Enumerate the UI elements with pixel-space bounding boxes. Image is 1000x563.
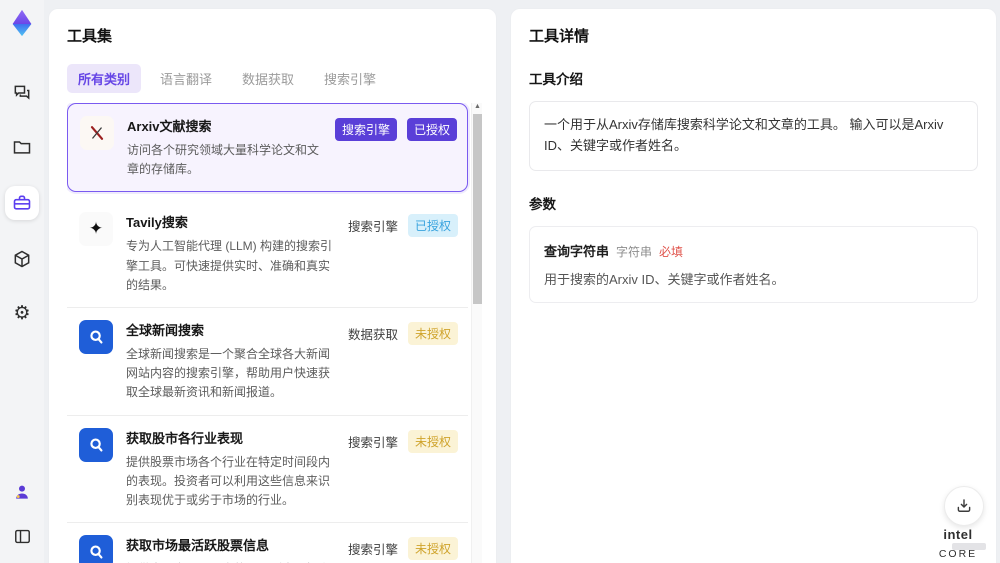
intro-text: 一个用于从Arxiv存储库搜索科学论文和文章的工具。 输入可以是Arxiv ID… bbox=[529, 101, 978, 171]
tool-description: 全球新闻搜索是一个聚合全球各大新闻网站内容的搜索引擎，帮助用户快速获取全球最新资… bbox=[126, 346, 331, 400]
tool-item-arxiv[interactable]: Arxiv文献搜索 访问各个研究领域大量科学论文和文章的存储库。 搜索引擎 已授… bbox=[67, 103, 468, 193]
tool-title: 获取市场最活跃股票信息 bbox=[126, 538, 270, 554]
tool-status-badge: 未授权 bbox=[407, 537, 458, 561]
tool-category-label: 搜索引擎 bbox=[347, 435, 398, 450]
gear-glyph: ⚙ bbox=[13, 302, 31, 324]
tool-item-global-news[interactable]: 全球新闻搜索 全球新闻搜索是一个聚合全球各大新闻网站内容的搜索引擎，帮助用户快速… bbox=[67, 307, 468, 416]
page-title: 工具集 bbox=[67, 28, 113, 45]
tool-description: 访问各个研究领域大量科学论文和文章的存储库。 bbox=[127, 143, 320, 177]
detail-title: 工具详情 bbox=[529, 28, 590, 45]
search-app-icon bbox=[79, 319, 113, 354]
tool-title: 全球新闻搜索 bbox=[126, 322, 205, 338]
user-avatar-icon[interactable] bbox=[7, 477, 37, 507]
star-glyph: ✦ bbox=[88, 219, 104, 239]
tool-category-label: 数据获取 bbox=[347, 327, 398, 342]
settings-gear-icon[interactable]: ⚙ bbox=[7, 298, 37, 328]
arxiv-logo-icon bbox=[80, 116, 114, 150]
package-icon[interactable] bbox=[7, 244, 37, 274]
tool-status-badge: 已授权 bbox=[406, 118, 457, 141]
left-rail: ⚙ bbox=[0, 0, 44, 563]
param-name: 查询字符串 bbox=[544, 243, 610, 259]
list-scrollbar[interactable]: ▲ ▼ bbox=[471, 103, 482, 563]
tavily-star-icon: ✦ bbox=[79, 212, 113, 247]
tool-item-most-active-stocks[interactable]: 获取市场最活跃股票信息 提供当天交易量最高的股票列表。投资者可以利用这些信息来识… bbox=[67, 523, 468, 563]
rail-nav: ⚙ bbox=[5, 78, 39, 328]
toolbox-icon[interactable] bbox=[5, 186, 39, 220]
tab-data-fetch[interactable]: 数据获取 bbox=[231, 64, 305, 93]
params-heading: 参数 bbox=[529, 196, 556, 212]
param-description: 用于搜索的Arxiv ID、关键字或作者姓名。 bbox=[544, 271, 785, 287]
app-logo-icon[interactable] bbox=[7, 8, 37, 38]
search-app-icon bbox=[79, 427, 113, 462]
tool-title: Arxiv文献搜索 bbox=[127, 119, 212, 134]
scroll-up-icon[interactable]: ▲ bbox=[472, 103, 482, 110]
tool-category-label: 搜索引擎 bbox=[347, 220, 398, 235]
folder-icon[interactable] bbox=[7, 132, 37, 162]
chat-icon[interactable] bbox=[7, 78, 37, 108]
param-type: 字符串 bbox=[616, 244, 653, 259]
param-required-badge: 必填 bbox=[659, 244, 684, 259]
tool-status-badge: 未授权 bbox=[407, 321, 458, 345]
tool-item-tavily[interactable]: ✦ Tavily搜索 专为人工智能代理 (LLM) 构建的搜索引擎工具。可快速提… bbox=[67, 200, 468, 308]
tool-list: Arxiv文献搜索 访问各个研究领域大量科学论文和文章的存储库。 搜索引擎 已授… bbox=[67, 103, 482, 563]
tool-description: 专为人工智能代理 (LLM) 构建的搜索引擎工具。可快速提供实时、准确和真实的结… bbox=[126, 239, 333, 292]
tab-language-translation[interactable]: 语言翻译 bbox=[149, 64, 223, 93]
tool-status-badge: 未授权 bbox=[407, 429, 458, 453]
rail-bottom bbox=[7, 477, 37, 551]
intel-wordmark: intel bbox=[943, 527, 973, 542]
category-tabs: 所有类别 语言翻译 数据获取 搜索引擎 bbox=[67, 64, 482, 93]
tools-panel: 工具集 所有类别 语言翻译 数据获取 搜索引擎 Arxiv文献搜索 访问各个研究… bbox=[48, 8, 497, 563]
download-button[interactable] bbox=[944, 486, 984, 526]
tool-category-label: 搜索引擎 bbox=[347, 543, 398, 558]
tool-status-badge: 已授权 bbox=[407, 214, 458, 238]
parameter-card: 查询字符串 字符串 必填 用于搜索的Arxiv ID、关键字或作者姓名。 bbox=[529, 225, 978, 303]
scrollbar-thumb[interactable] bbox=[473, 114, 482, 304]
intel-sub-badge bbox=[952, 543, 986, 550]
tool-item-sector-performance[interactable]: 获取股市各行业表现 提供股票市场各个行业在特定时间段内的表现。投资者可以利用这些… bbox=[67, 415, 468, 524]
search-app-icon bbox=[79, 535, 113, 563]
tool-detail-panel: 工具详情 工具介绍 一个用于从Arxiv存储库搜索科学论文和文章的工具。 输入可… bbox=[510, 8, 997, 563]
tool-category-badge: 搜索引擎 bbox=[334, 118, 397, 141]
tab-all-categories[interactable]: 所有类别 bbox=[67, 64, 142, 93]
tool-title: Tavily搜索 bbox=[126, 215, 188, 231]
tool-title: 获取股市各行业表现 bbox=[126, 430, 244, 446]
panel-toggle-icon[interactable] bbox=[7, 521, 37, 551]
intro-heading: 工具介绍 bbox=[529, 72, 583, 87]
tool-description: 提供股票市场各个行业在特定时间段内的表现。投资者可以利用这些信息来识别表现优于或… bbox=[126, 454, 331, 507]
tab-search-engine[interactable]: 搜索引擎 bbox=[313, 64, 387, 93]
